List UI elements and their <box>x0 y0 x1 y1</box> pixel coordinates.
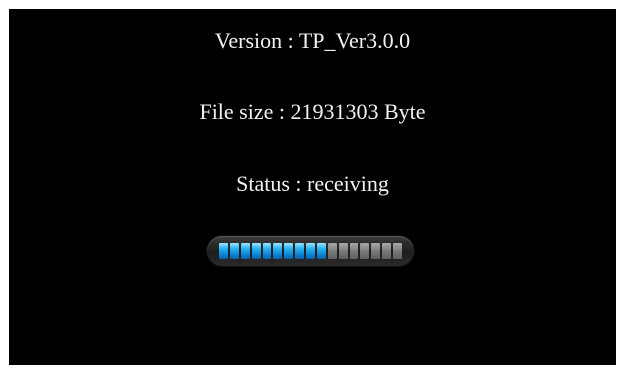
progress-segment-empty <box>371 243 381 259</box>
version-text: Version : TP_Ver3.0.0 <box>214 28 411 53</box>
progress-bar <box>207 236 414 266</box>
progress-segment-empty <box>338 243 348 259</box>
progress-segment-filled <box>306 243 315 259</box>
progress-segment-filled <box>240 243 250 259</box>
progress-segment-filled <box>273 243 283 259</box>
progress-segment-empty <box>393 243 402 259</box>
status-text: Status : receiving <box>236 171 389 196</box>
progress-segment-filled <box>284 243 294 259</box>
progress-segment-empty <box>382 243 391 259</box>
update-screen: Version : TP_Ver3.0.0 File size : 219313… <box>9 9 616 365</box>
progress-segment-filled <box>295 243 304 259</box>
progress-segment-filled <box>262 243 272 259</box>
progress-segment-filled <box>251 243 261 259</box>
progress-track <box>219 243 402 259</box>
progress-segment-filled <box>316 243 326 259</box>
progress-segment-empty <box>360 243 370 259</box>
progress-segment-filled <box>219 243 228 259</box>
file-size-text: File size : 21931303 Byte <box>199 99 426 124</box>
progress-segment-filled <box>229 243 239 259</box>
progress-segment-empty <box>327 243 337 259</box>
progress-segment-empty <box>349 243 359 259</box>
